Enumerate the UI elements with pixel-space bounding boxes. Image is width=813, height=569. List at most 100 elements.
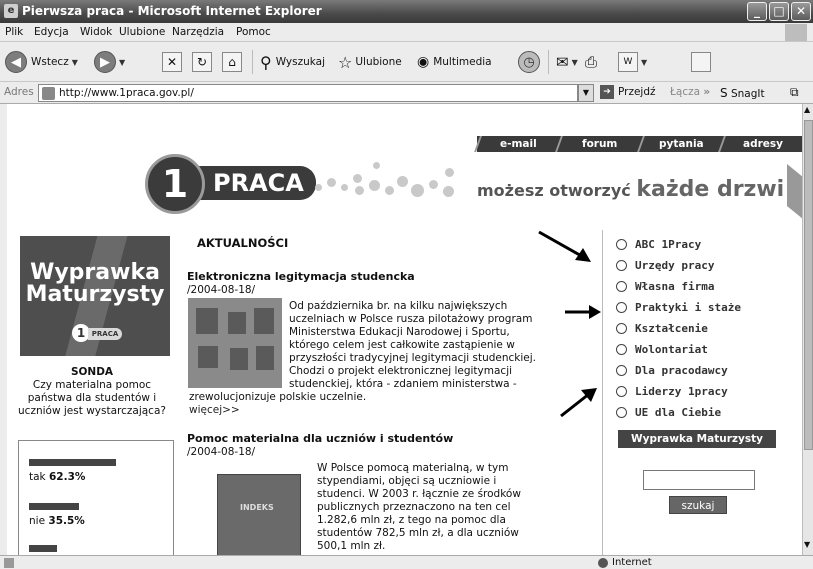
media-icon: ◉ [417, 54, 430, 70]
search-submit-button[interactable]: szukaj [669, 496, 727, 514]
slogan-prefix: możesz otworzyć [477, 181, 631, 200]
mail-button[interactable]: ✉ ▼ [556, 50, 578, 74]
menu-narzedzia[interactable]: Narzędzia [172, 26, 224, 38]
article2-title[interactable]: Pomoc materialna dla uczniów i studentów [187, 432, 453, 445]
close-button[interactable]: ✕ [791, 2, 811, 21]
poll-title: SONDA [70, 366, 114, 378]
poll-question-line2: państwa dla studentów i [27, 392, 157, 404]
nav-item-liderzy[interactable]: Liderzy 1pracy [616, 385, 728, 398]
wyprawka-promo-banner[interactable]: Wyprawka Maturzysty 1 PRACA [20, 236, 170, 356]
mail-icon: ✉ [556, 53, 569, 71]
edit-button[interactable]: W ▼ [618, 50, 647, 74]
links-button[interactable]: Łącza » [670, 86, 710, 98]
web-page: e-mail forum pytania adresy PRACA 1 może… [7, 104, 802, 555]
tab-adresy[interactable]: adresy [717, 136, 802, 152]
article1-line: Ministerstwa Edukacji Narodowej i Sportu… [289, 326, 510, 338]
tab-forum[interactable]: forum [555, 136, 643, 152]
nav-item-label: ABC 1Pracy [635, 238, 702, 251]
print-button[interactable]: ⎙ [585, 50, 597, 74]
security-zone: Internet [612, 557, 652, 568]
article2-photo: INDEKS [217, 474, 301, 555]
poll-bar-tak [29, 459, 116, 466]
media-button[interactable]: ◉ Multimedia [417, 50, 492, 74]
vertical-scrollbar[interactable]: ▲ ▼ [802, 104, 813, 555]
menu-edycja[interactable]: Edycja [34, 26, 69, 38]
radio-circle-icon [616, 260, 627, 271]
home-button[interactable]: ⌂ [222, 50, 242, 74]
nav-item-ksztalcenie[interactable]: Kształcenie [616, 322, 708, 335]
menu-pomoc[interactable]: Pomoc [236, 26, 271, 38]
address-input[interactable]: http://www.1praca.gov.pl/ [38, 84, 578, 102]
menu-plik[interactable]: Plik [5, 26, 23, 38]
slogan: możesz otworzyć każde drzwi [477, 177, 784, 202]
search-icon: ⚲ [260, 52, 272, 72]
page-status-icon [4, 558, 14, 568]
radio-circle-icon [616, 281, 627, 292]
favorites-button[interactable]: ☆ Ulubione [338, 50, 402, 74]
poll-question-line1: Czy materialna pomoc [32, 379, 152, 391]
history-button[interactable]: ◷ [518, 50, 540, 74]
article1-line: uczelniach w Polsce rusza pilotażowy pro… [289, 313, 533, 325]
nav-item-praktyki[interactable]: Praktyki i staże [616, 301, 741, 314]
search-input[interactable] [643, 470, 755, 490]
nav-item-label: Urzędy pracy [635, 259, 715, 272]
nav-item-label: Liderzy 1pracy [635, 385, 728, 398]
article1-line: którego celem jest całkowite zastąpienie… [289, 339, 515, 351]
nav-item-label: Własna firma [635, 280, 715, 293]
tab-pytania[interactable]: pytania [636, 136, 724, 152]
tab-pytania-label: pytania [658, 138, 704, 150]
poll-option-value: 35.5% [48, 515, 85, 527]
address-dropdown-button[interactable]: ▼ [578, 84, 594, 102]
menu-widok[interactable]: Widok [80, 26, 112, 38]
scrollbar-thumb[interactable] [804, 120, 813, 450]
back-button[interactable]: ◀ Wstecz ▼ [5, 50, 78, 74]
nav-item-ue-dla-ciebie[interactable]: UE dla Ciebie [616, 406, 721, 419]
article1-more-link[interactable]: więcej>> [189, 404, 240, 416]
wyprawka-button[interactable]: Wyprawka Maturzysty [618, 430, 776, 448]
nav-item-wlasna-firma[interactable]: Własna firma [616, 280, 714, 293]
nav-item-urzedy-pracy[interactable]: Urzędy pracy [616, 259, 714, 272]
forward-button[interactable]: ▶ ▼ [94, 50, 125, 74]
search-button[interactable]: ⚲ Wyszukaj [260, 50, 325, 74]
nav-item-label: Wolontariat [635, 343, 708, 356]
minimize-button[interactable]: _ [747, 2, 767, 21]
tab-email[interactable]: e-mail [474, 136, 562, 152]
star-icon: ☆ [338, 52, 353, 72]
article2-body: W Polsce pomocą materialną, w tym stypen… [317, 462, 521, 553]
menu-ulubione[interactable]: Ulubione [119, 26, 165, 38]
snagit-icon: S [720, 86, 728, 100]
discuss-button[interactable] [691, 50, 711, 74]
window-title: Pierwsza praca - Microsoft Internet Expl… [22, 4, 322, 18]
article1-date: /2004-08-18/ [187, 284, 256, 296]
refresh-button[interactable]: ↻ [192, 50, 212, 74]
nav-item-wolontariat[interactable]: Wolontariat [616, 343, 708, 356]
go-button[interactable]: ➔ Przejdź [600, 85, 656, 99]
scroll-down-icon[interactable]: ▼ [804, 540, 810, 549]
article1-title[interactable]: Elektroniczna legitymacja studencka [187, 270, 415, 283]
nav-item-abc-1pracy[interactable]: ABC 1Pracy [616, 238, 701, 251]
scroll-up-icon[interactable]: ▲ [804, 105, 810, 114]
word-icon: W [618, 52, 638, 72]
snagit-button[interactable]: S SnagIt [720, 86, 765, 100]
refresh-icon: ↻ [192, 52, 212, 72]
article2-line: studenci. W 2003 r. łącznie ze środków [317, 488, 521, 500]
media-label: Multimedia [433, 56, 492, 68]
printer-icon: ⎙ [585, 53, 598, 71]
radio-circle-icon [616, 323, 627, 334]
nav-item-dla-pracodawcy[interactable]: Dla pracodawcy [616, 364, 728, 377]
article2-line: W Polsce pomocą materialną, w tym [317, 462, 509, 474]
stop-button[interactable]: ✕ [162, 50, 182, 74]
toolbar: ◀ Wstecz ▼ ▶ ▼ ✕ ↻ ⌂ ⚲ Wyszukaj ☆ Ulubio… [0, 42, 813, 82]
snagit-window-icon[interactable]: ⧉ [790, 85, 799, 100]
poll-option-value: 62.3% [48, 471, 86, 483]
nav-item-label: Praktyki i staże [635, 301, 741, 314]
tab-forum-label: forum [582, 138, 618, 150]
radio-circle-icon [616, 344, 627, 355]
chevron-down-icon: ▼ [571, 57, 578, 67]
logo-text: PRACA [191, 166, 316, 200]
chevron-down-icon: ▼ [71, 57, 78, 67]
maximize-button[interactable]: □ [769, 2, 789, 21]
article1-body: Od października br. na kilku największyc… [289, 300, 536, 391]
article1-line: Chodzi o projekt elektronicznej legityma… [289, 365, 513, 377]
news-heading: AKTUALNOŚCI [197, 236, 289, 250]
